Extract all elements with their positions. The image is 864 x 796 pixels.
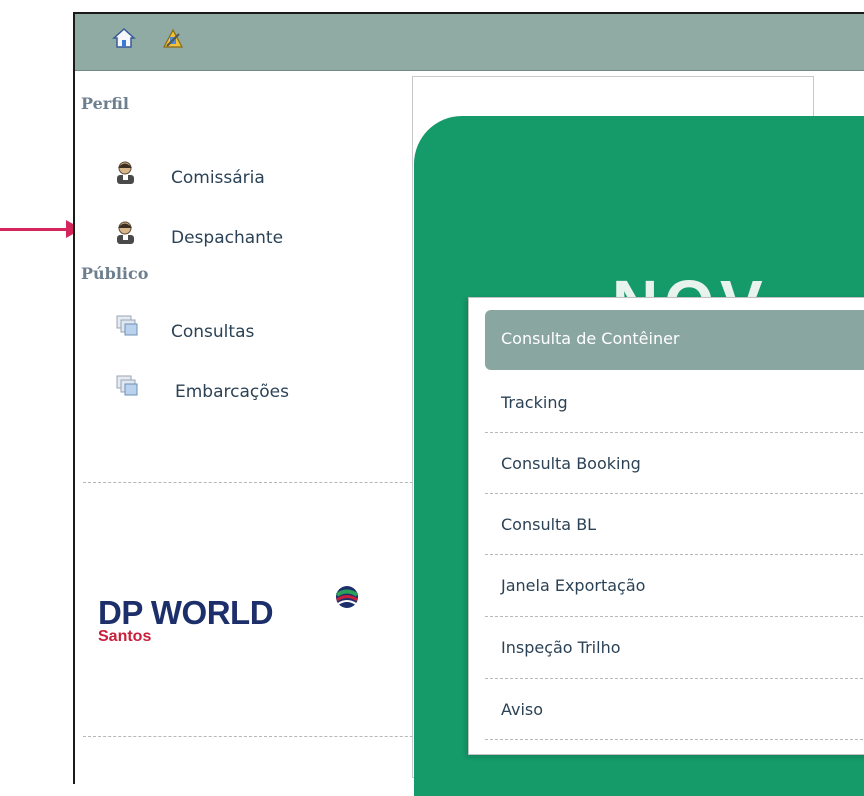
dp-world-logo: DP WORLD Santos xyxy=(98,586,359,646)
menu-item-label: Tracking xyxy=(501,393,568,412)
sidebar: Perfil Comissária Despachante Público Co… xyxy=(75,74,453,784)
menu-item-label: Inspeção Trilho xyxy=(501,638,621,657)
annotation-arrow-line xyxy=(0,228,70,231)
menu-divider xyxy=(485,616,864,617)
menu-item-label: Consulta BL xyxy=(501,515,597,534)
menu-item-label: Consulta Booking xyxy=(501,454,641,473)
section-title-publico: Público xyxy=(81,264,149,283)
menu-item-label: Aviso xyxy=(501,700,544,719)
sidebar-item-label: Despachante xyxy=(171,228,284,248)
user-icon xyxy=(115,160,139,186)
menu-divider xyxy=(485,678,864,679)
divider xyxy=(83,736,443,737)
menu-item-consulta-bl[interactable]: Consulta BL xyxy=(485,496,864,554)
top-toolbar xyxy=(75,14,864,71)
menu-item-consulta-booking[interactable]: Consulta Booking xyxy=(485,435,864,493)
menu-item-tracking[interactable]: Tracking xyxy=(485,374,864,432)
sidebar-item-label: Comissária xyxy=(171,168,265,188)
section-title-perfil: Perfil xyxy=(81,94,129,113)
wrench-icon[interactable] xyxy=(161,26,185,50)
menu-item-janela-exportacao[interactable]: Janela Exportação xyxy=(485,557,864,615)
logo-name: DP WORLD xyxy=(98,594,274,631)
globe-icon xyxy=(334,584,360,610)
windows-icon xyxy=(115,374,139,400)
menu-item-label: Consulta de Contêiner xyxy=(501,329,680,348)
sidebar-item-label: Consultas xyxy=(171,322,255,342)
menu-divider xyxy=(485,554,864,555)
menu-item-label: Janela Exportação xyxy=(501,576,646,595)
divider xyxy=(83,482,443,483)
menu-item-consulta-conteiner[interactable]: Consulta de Contêiner xyxy=(485,310,864,370)
menu-divider xyxy=(485,493,864,494)
consultas-submenu: Consulta de Contêiner Tracking Consulta … xyxy=(468,297,864,755)
menu-divider xyxy=(485,739,864,740)
menu-divider xyxy=(485,432,864,433)
sidebar-item-label: Embarcações xyxy=(175,382,289,402)
user-icon xyxy=(115,220,139,246)
home-icon[interactable] xyxy=(112,26,136,50)
menu-item-inspecao-trilho[interactable]: Inspeção Trilho xyxy=(485,619,864,677)
menu-item-aviso[interactable]: Aviso xyxy=(485,681,864,739)
windows-icon xyxy=(115,314,139,340)
